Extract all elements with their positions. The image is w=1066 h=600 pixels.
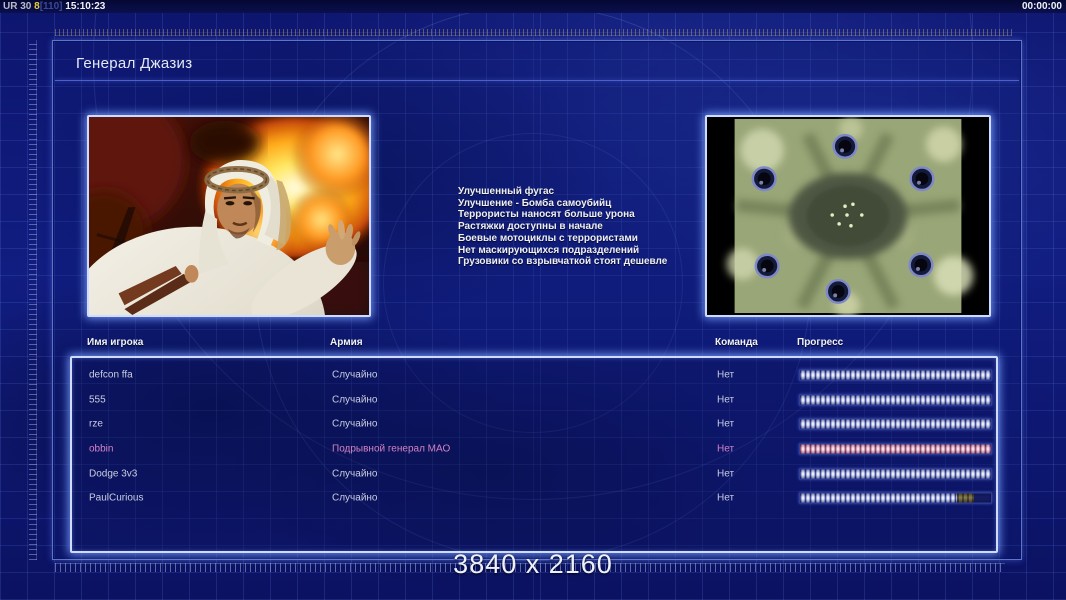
player-row: PaulCurious Случайно Нет xyxy=(72,486,996,511)
progress-bar xyxy=(799,443,992,455)
fps-bracket: [110] xyxy=(39,1,63,12)
loading-screen: UR 30 8[110] 15:10:23 00:00:00 Генерал Д… xyxy=(0,0,1066,600)
fps-readout: UR 30 8[110] 15:10:23 xyxy=(3,0,105,13)
player-army: Случайно xyxy=(332,492,378,504)
progress-bar-fill xyxy=(800,370,991,380)
column-header-progress: Прогресс xyxy=(797,337,844,348)
player-army: Случайно xyxy=(332,468,378,480)
progress-bar-head xyxy=(956,493,974,503)
map-start-position-icon xyxy=(909,166,935,192)
bonus-list: Улучшенный фугас Улучшение - Бомба самоуб… xyxy=(458,186,667,268)
map-center-marker xyxy=(845,213,849,217)
progress-bar-fill xyxy=(800,444,991,454)
bonus-item: Растяжки доступны в начале xyxy=(458,221,603,233)
player-name: rze xyxy=(89,418,103,430)
player-row: defcon ffa Случайно Нет xyxy=(72,363,996,388)
map-center-marker xyxy=(860,213,864,217)
map-start-position-icon xyxy=(754,253,780,279)
player-row: obbin Подрывной генерал МАО Нет xyxy=(72,437,996,462)
player-name: obbin xyxy=(89,443,114,455)
bonus-item: Улучшенный фугас xyxy=(458,186,555,197)
player-team: Нет xyxy=(717,394,735,406)
bonus-item: Террористы наносят больше урона xyxy=(458,209,635,221)
progress-bar xyxy=(799,369,992,381)
player-army: Случайно xyxy=(332,418,378,430)
resolution-label: 3840 x 2160 xyxy=(453,549,613,579)
player-army: Случайно xyxy=(332,394,378,406)
player-name: Dodge 3v3 xyxy=(89,468,138,480)
title-separator xyxy=(55,80,1019,81)
page-title: Генерал Джазиз xyxy=(76,55,193,72)
map-start-position-icon xyxy=(825,278,851,304)
progress-bar xyxy=(799,418,992,430)
map-start-position-icon xyxy=(751,166,777,192)
status-bar: UR 30 8[110] 15:10:23 00:00:00 xyxy=(0,0,1066,13)
bonus-item: Боевые мотоциклы с террористами xyxy=(458,232,638,244)
player-name: PaulCurious xyxy=(89,492,144,504)
fps-label: UR 30 xyxy=(3,1,32,12)
column-header-team: Команда xyxy=(715,337,758,348)
progress-bar-fill xyxy=(800,493,957,503)
map-preview xyxy=(705,115,991,317)
column-header-name: Имя игрока xyxy=(87,337,144,348)
bonus-item: Грузовики со взрывчаткой стоят дешевле xyxy=(458,256,668,268)
map-center-marker xyxy=(851,202,855,207)
ruler-top xyxy=(55,29,1012,36)
player-row: Dodge 3v3 Случайно Нет xyxy=(72,461,996,486)
progress-bar xyxy=(799,492,992,504)
map-start-position-icon xyxy=(832,133,858,159)
map-preview-svg xyxy=(707,117,989,315)
general-portrait xyxy=(87,115,371,317)
map-start-position-icon xyxy=(908,252,934,278)
column-header-army: Армия xyxy=(330,337,363,348)
player-rows: defcon ffa Случайно Нет 555 Случайно Нет rze Сл… xyxy=(72,363,996,511)
progress-bar-fill xyxy=(800,419,991,429)
bonus-item: Нет маскирующихся подразделений xyxy=(458,244,640,256)
player-name: 555 xyxy=(89,394,106,406)
player-team: Нет xyxy=(717,492,735,504)
player-name: defcon ffa xyxy=(89,369,133,381)
map-center-marker xyxy=(843,204,847,208)
player-team: Нет xyxy=(717,418,735,430)
bonus-item: Улучшение - Бомба самоубийц xyxy=(458,197,612,209)
progress-bar xyxy=(799,468,992,480)
player-team: Нет xyxy=(717,468,735,480)
map-center-marker xyxy=(849,224,853,228)
progress-bar-fill xyxy=(800,469,991,479)
map-center-marker xyxy=(837,222,841,226)
general-portrait-image xyxy=(89,117,369,315)
player-team: Нет xyxy=(717,369,735,381)
map-center-marker xyxy=(830,213,834,217)
player-team: Нет xyxy=(717,443,735,455)
player-list-box: defcon ffa Случайно Нет 555 Случайно Нет rze Сл… xyxy=(70,356,998,553)
player-row: 555 Случайно Нет xyxy=(72,388,996,413)
progress-bar-fill xyxy=(800,395,991,405)
progress-bar xyxy=(799,394,992,406)
game-timer: 00:00:00 xyxy=(1021,1,1062,12)
ruler-left xyxy=(29,40,37,560)
player-army: Случайно xyxy=(332,369,378,381)
player-row: rze Случайно Нет xyxy=(72,412,996,437)
player-army: Подрывной генерал МАО xyxy=(332,443,451,455)
clock-readout: 15:10:23 xyxy=(65,1,106,12)
